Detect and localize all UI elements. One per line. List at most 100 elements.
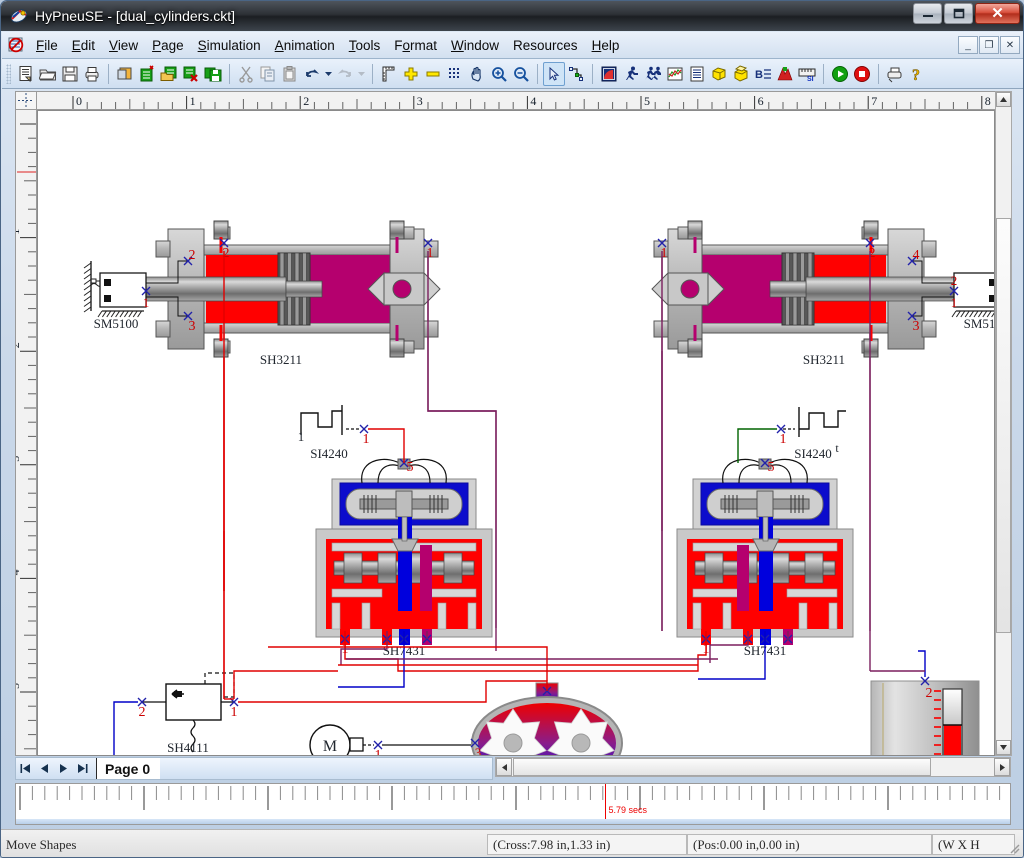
grid-dots-icon[interactable] [444,62,466,86]
circuit-diagram[interactable]: SH321121SM5100231SH321112SM510043211SI42… [38,111,995,756]
signal-source-right[interactable]: SI4240 t 1 [776,407,846,461]
reservoir-tank[interactable]: 2SHR111 [870,676,980,756]
vertical-scroll-thumb[interactable] [996,218,1011,633]
zoom-out-magnifier-icon[interactable] [510,62,532,86]
next-page-button[interactable] [54,759,73,778]
help-question-icon[interactable]: ? [906,62,928,86]
copy-icon[interactable] [257,62,279,86]
stop-icon[interactable] [851,62,873,86]
electric-motor[interactable]: M1SE5100 [309,724,383,756]
menu-page[interactable]: Page [145,35,191,56]
select-arrow-icon[interactable] [543,61,565,86]
new-sheet-icon[interactable] [136,62,158,86]
plot-graph-icon[interactable] [664,62,686,86]
menu-tools[interactable]: Tools [342,35,388,56]
undo-dropdown-icon[interactable] [323,62,334,86]
mdi-minimize-button[interactable]: _ [958,36,978,54]
signal-source-left-label: SI4240 [310,446,348,461]
run-animation-icon[interactable] [620,62,642,86]
minimize-button[interactable] [913,3,942,24]
menu-view[interactable]: View [102,35,145,56]
save-disk-icon[interactable] [59,62,81,86]
close-button[interactable]: ✕ [975,3,1020,24]
timeline-marker[interactable] [605,784,607,820]
vertical-scrollbar[interactable] [995,91,1012,756]
cylinder-right[interactable] [651,220,977,358]
signal-source-left[interactable]: 1 SI4240 1 [298,405,370,461]
performance-icon[interactable] [774,62,796,86]
menu-file[interactable]: File [29,35,65,56]
mdi-close-button[interactable]: ✕ [1000,36,1020,54]
menu-help[interactable]: Help [585,35,627,56]
new-document-icon[interactable] [15,62,37,86]
menu-animation[interactable]: Animation [268,35,342,56]
report-icon[interactable] [686,62,708,86]
zoom-in-magnifier-icon[interactable] [488,62,510,86]
chart-icon[interactable] [598,62,620,86]
open-folder-icon[interactable] [37,62,59,86]
print-icon[interactable] [81,62,103,86]
relief-valve-port-1[interactable]: 1 [229,697,239,720]
scroll-left-button[interactable] [496,758,512,776]
cut-scissors-icon[interactable] [235,62,257,86]
menu-edit[interactable]: Edit [65,35,102,56]
print-preview-icon[interactable] [884,62,906,86]
hypneuse-logo-icon [10,7,28,25]
directional-valve-left[interactable]: 51 SH7431 [315,458,493,658]
page-tab-0[interactable]: Page 0 [96,758,161,779]
electric-motor-port-1[interactable]: 1 [373,740,383,756]
animation-timeline[interactable]: 5.79 secs [15,783,1011,825]
redo-arrow-icon[interactable] [334,62,356,86]
connect-nodes-icon[interactable] [565,62,587,86]
document-no-icon [8,37,24,53]
last-page-button[interactable] [73,759,92,778]
line-signal-left [368,428,405,463]
menu-simulation[interactable]: Simulation [191,35,268,56]
bom-list-icon[interactable]: B [752,62,774,86]
menu-window[interactable]: Window [444,35,506,56]
prev-page-button[interactable] [35,759,54,778]
close-icon: ✕ [991,5,1004,22]
delete-sheet-icon[interactable] [180,62,202,86]
open-sheet-icon[interactable] [158,62,180,86]
resize-grip[interactable] [1007,841,1021,855]
cylinder-left[interactable] [115,220,441,358]
svg-text:4: 4 [530,94,536,108]
vertical-ruler[interactable]: 1 2 3 4 5 [15,110,37,756]
scroll-right-button[interactable] [994,758,1010,776]
pan-hand-icon[interactable] [466,62,488,86]
new-circuit-icon[interactable] [114,62,136,86]
measure-si-icon[interactable]: SI [796,62,818,86]
signal-source-right-port-1[interactable]: 1 [776,424,787,447]
zoom-in-plus-icon[interactable] [400,62,422,86]
ruler-icon[interactable] [378,62,400,86]
directional-valve-right[interactable]: 51 SH7431 [676,458,854,658]
relief-valve[interactable]: 2 1 SH4111 [137,672,239,755]
scroll-down-button[interactable] [996,740,1011,755]
play-start-icon[interactable] [829,62,851,86]
maximize-button[interactable] [944,3,973,24]
relief-valve-port-2[interactable]: 2 [137,697,147,720]
ruler-origin-corner[interactable] [15,91,37,110]
save-sheet-icon[interactable] [202,62,224,86]
horizontal-scroll-thumb[interactable] [513,758,931,776]
toolbar-grip[interactable] [6,63,11,84]
menu-format[interactable]: Format [387,35,444,56]
mdi-restore-button[interactable]: ❐ [979,36,999,54]
horizontal-ruler[interactable]: 0 1 2 3 4 5 6 7 8 [15,91,1011,110]
redo-dropdown-icon[interactable] [356,62,367,86]
status-pos-coords: (Pos:0.00 in,0.00 in) [687,834,932,855]
component-box-icon[interactable] [708,62,730,86]
drawing-canvas[interactable]: SH321121SM5100231SH321112SM510043211SI42… [37,110,995,756]
zoom-out-minus-icon[interactable] [422,62,444,86]
gear-pump[interactable]: 32SHT111 [470,682,623,756]
paste-icon[interactable] [279,62,301,86]
undo-arrow-icon[interactable] [301,62,323,86]
horizontal-scrollbar[interactable] [495,757,1011,777]
run-all-animation-icon[interactable] [642,62,664,86]
first-page-button[interactable] [16,759,35,778]
toolbar-separator [537,63,538,84]
component-box-open-icon[interactable] [730,62,752,86]
scroll-up-button[interactable] [996,92,1011,107]
menu-resources[interactable]: Resources [506,35,585,56]
